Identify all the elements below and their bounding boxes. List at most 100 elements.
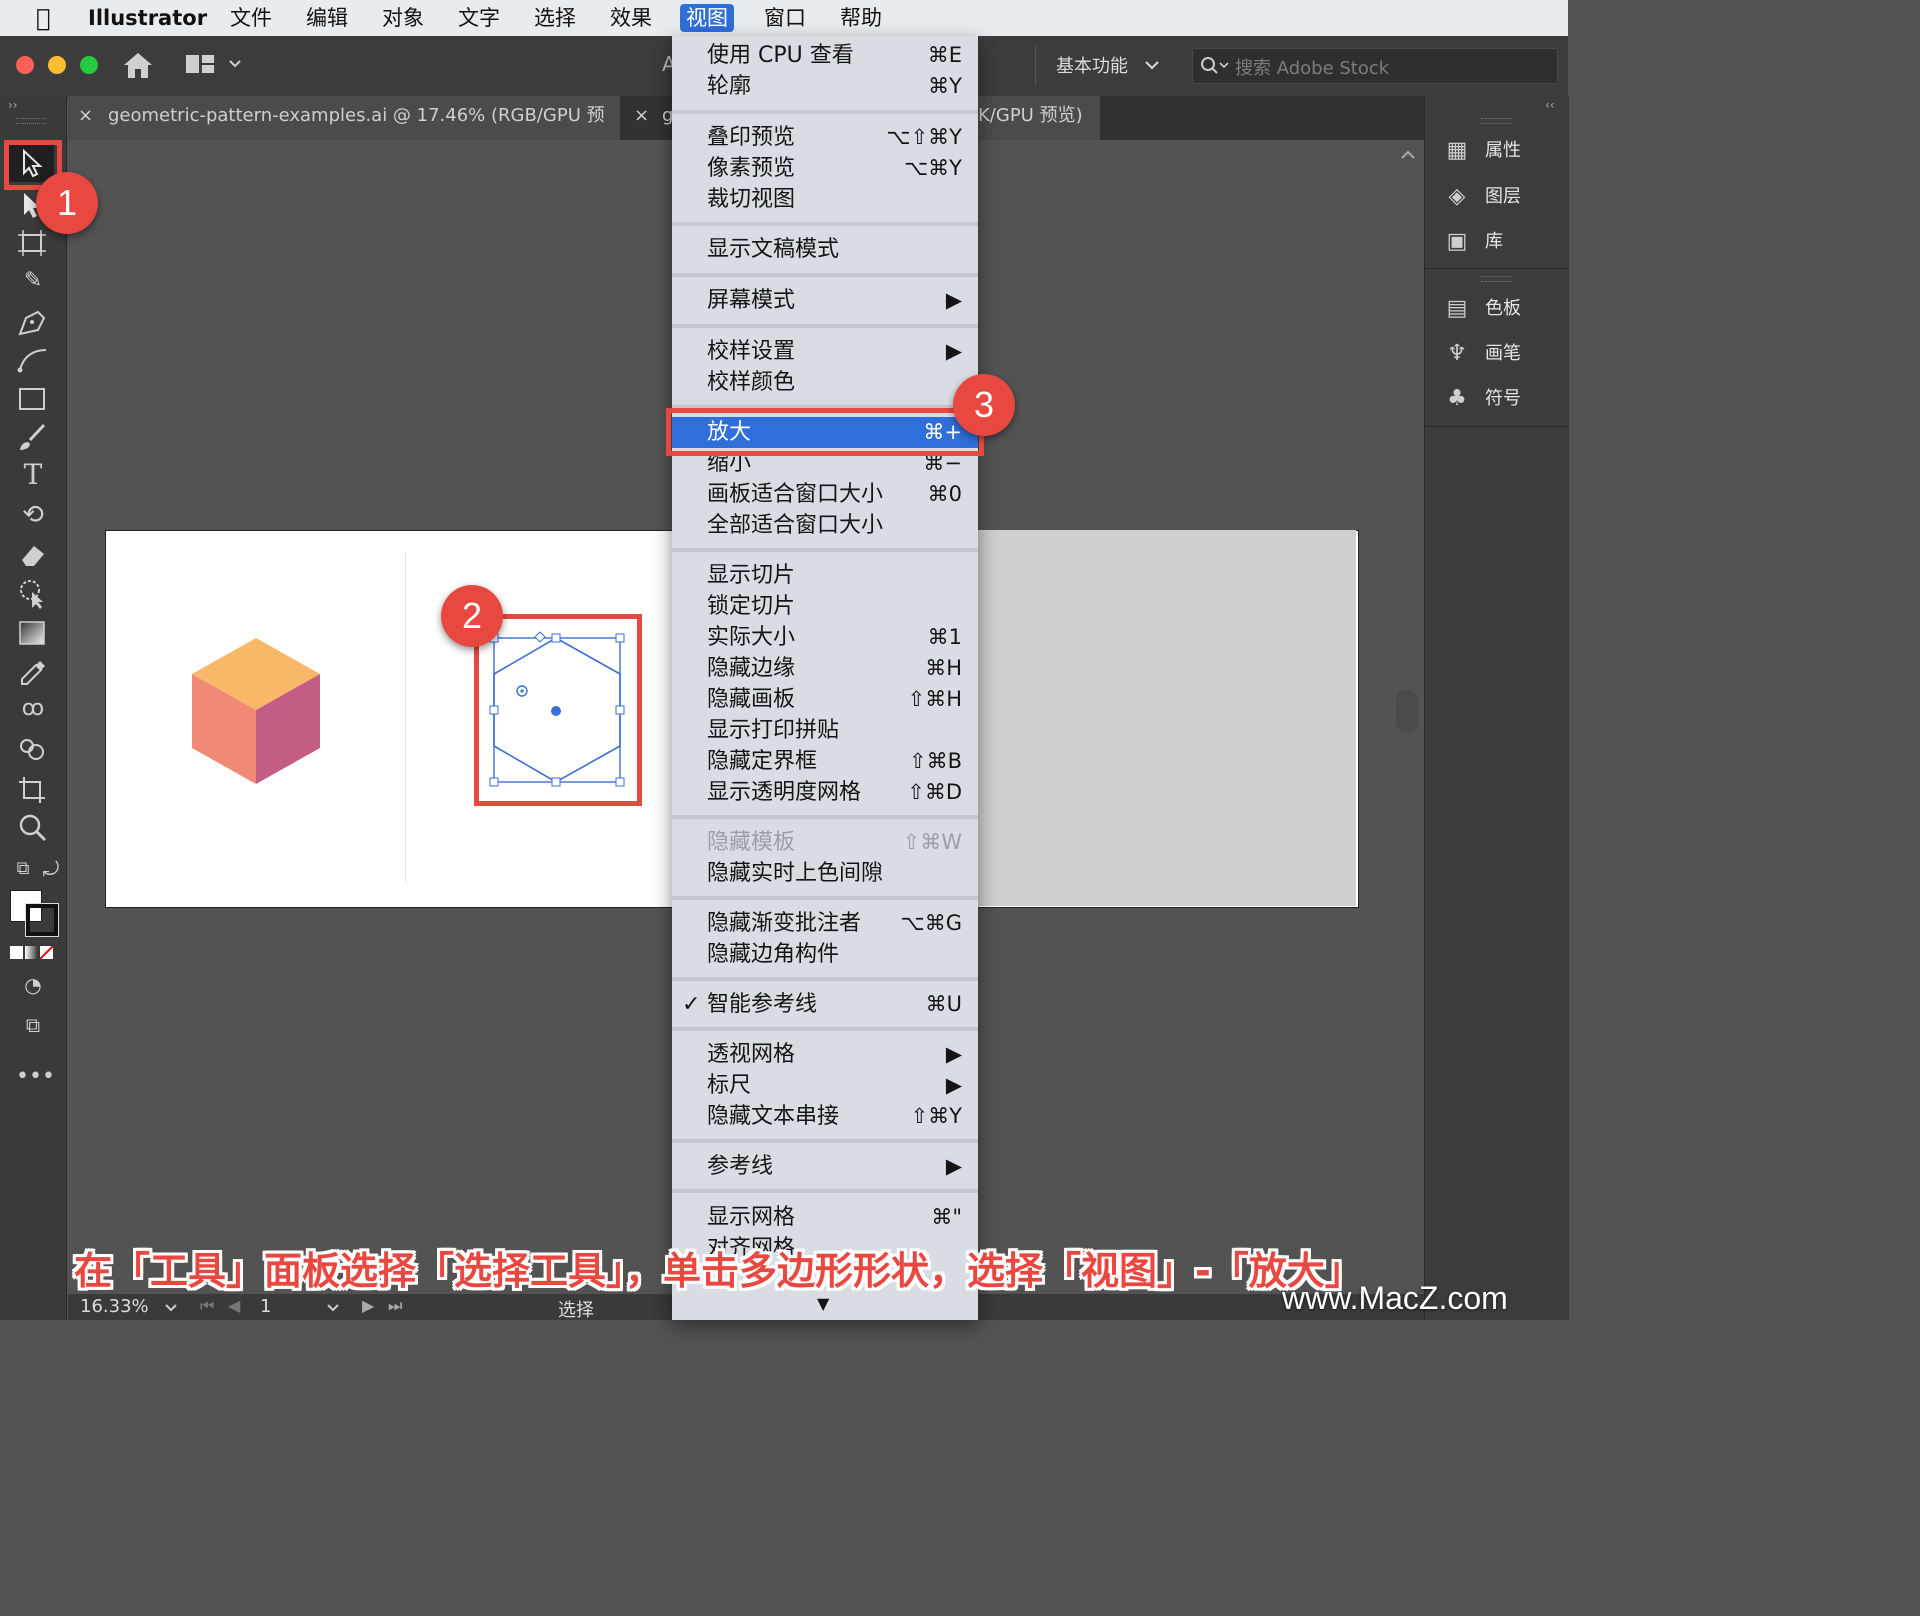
puppet-warp-tool-icon[interactable]: ✎ — [16, 266, 50, 296]
menu-item-show-grid[interactable]: 显示网格 ⌘" — [672, 1202, 978, 1233]
document-tab[interactable]: × g — [624, 96, 673, 140]
document-tab[interactable]: × geometric-pattern-examples.ai @ 17.46%… — [68, 96, 620, 166]
last-artboard-icon[interactable]: ⏭ — [388, 1296, 402, 1316]
zoom-level-field[interactable]: 16.33% — [80, 1296, 149, 1317]
type-tool-icon[interactable]: T — [16, 460, 50, 490]
first-artboard-icon[interactable]: ⏮ — [200, 1296, 214, 1316]
chevron-down-icon[interactable] — [1144, 60, 1160, 70]
menu-item-overprint-preview[interactable]: 叠印预览 ⌥⇧⌘Y — [672, 122, 978, 153]
menu-item-perspective-grid[interactable]: 透视网格 ▶ — [672, 1039, 978, 1070]
color-mode-buttons[interactable] — [10, 946, 56, 960]
tab-close-icon[interactable]: × — [78, 96, 93, 136]
next-artboard-icon[interactable]: ▶ — [362, 1296, 374, 1315]
curvature-tool-icon[interactable] — [16, 344, 50, 376]
menu-item-pixel-preview[interactable]: 像素预览 ⌥⌘Y — [672, 153, 978, 184]
home-icon[interactable] — [122, 50, 154, 80]
menu-item-fit-artboard[interactable]: 画板适合窗口大小 ⌘0 — [672, 479, 978, 510]
panel-layers[interactable]: ◈ 图层 — [1443, 182, 1521, 212]
menu-type[interactable]: 文字 — [452, 4, 506, 32]
eyedropper-tool-icon[interactable] — [16, 656, 50, 688]
menu-item-fit-all[interactable]: 全部适合窗口大小 — [672, 510, 978, 541]
close-window-button[interactable] — [16, 56, 34, 74]
menu-item-trim-view[interactable]: 裁切视图 — [672, 184, 978, 215]
menu-window[interactable]: 窗口 — [758, 4, 812, 32]
draw-mode-icon[interactable]: ◔ — [16, 970, 50, 1000]
menu-item-show-slices[interactable]: 显示切片 — [672, 560, 978, 591]
menu-scroll-down-icon[interactable]: ▼ — [817, 1294, 829, 1313]
menu-item-proof-colors[interactable]: 校样颜色 — [672, 367, 978, 398]
document-tab[interactable]: K/GPU 预览) — [978, 96, 1100, 140]
panel-swatches[interactable]: ▤ 色板 — [1443, 294, 1521, 324]
menu-item-guides[interactable]: 参考线 ▶ — [672, 1151, 978, 1182]
gradient-tool-icon[interactable] — [16, 618, 50, 648]
panel-grip[interactable] — [16, 118, 46, 124]
menu-item-view-using-cpu[interactable]: 使用 CPU 查看 ⌘E — [672, 40, 978, 71]
panel-brushes[interactable]: ♆ 画笔 — [1443, 339, 1521, 369]
panel-symbols[interactable]: ♣ 符号 — [1443, 384, 1521, 414]
menu-item-hide-gradient-annotator[interactable]: 隐藏渐变批注者 ⌥⌘G — [672, 908, 978, 939]
view-menu-dropdown: 使用 CPU 查看 ⌘E 轮廓 ⌘Y 叠印预览 ⌥⇧⌘Y 像素预览 ⌥⌘Y 裁切视图 显… — [672, 36, 978, 1320]
pen-tool-icon[interactable] — [16, 306, 50, 338]
panel-libraries[interactable]: ▣ 库 — [1443, 227, 1503, 257]
menu-item-screen-mode[interactable]: 屏幕模式 ▶ — [672, 285, 978, 316]
menu-item-hide-text-threads[interactable]: 隐藏文本串接 ⇧⌘Y — [672, 1101, 978, 1132]
stroke-color-swatch[interactable] — [25, 903, 59, 937]
more-tools-icon[interactable]: ••• — [16, 1062, 55, 1092]
menu-item-hide-edges[interactable]: 隐藏边缘 ⌘H — [672, 653, 978, 684]
menu-item-hide-corner-widget[interactable]: 隐藏边角构件 — [672, 939, 978, 970]
swap-colors-icon[interactable]: ⤾ — [34, 854, 68, 884]
menu-item-proof-setup[interactable]: 校样设置 ▶ — [672, 336, 978, 367]
menu-item-hide-bounding-box[interactable]: 隐藏定界框 ⇧⌘B — [672, 746, 978, 777]
menu-select[interactable]: 选择 — [528, 4, 582, 32]
panel-properties[interactable]: ▦ 属性 — [1443, 136, 1521, 166]
screen-mode-icon[interactable]: ⧉ — [16, 1010, 50, 1040]
arrange-documents-icon[interactable] — [186, 54, 246, 76]
cube-shape[interactable] — [190, 636, 322, 786]
zoom-window-button[interactable] — [80, 56, 98, 74]
shape-builder-tool-icon[interactable] — [16, 734, 50, 766]
rotate-tool-icon[interactable]: ⟲ — [16, 500, 50, 530]
free-transform-tool-icon[interactable] — [16, 578, 50, 610]
zoom-tool-icon[interactable] — [16, 812, 50, 844]
apple-icon[interactable]:  — [30, 4, 56, 32]
menu-object[interactable]: 对象 — [376, 4, 430, 32]
menu-file[interactable]: 文件 — [224, 4, 278, 32]
menu-item-hide-live-paint-gaps[interactable]: 隐藏实时上色间隙 — [672, 858, 978, 889]
chevron-down-icon[interactable] — [326, 1303, 340, 1313]
tab-close-icon[interactable]: × — [634, 96, 649, 136]
menu-item-hide-template[interactable]: 隐藏模板 ⇧⌘W — [672, 827, 978, 858]
panel-grip[interactable] — [1481, 118, 1511, 124]
stock-search-field[interactable]: 搜索 Adobe Stock — [1192, 48, 1558, 84]
artboard-number-field[interactable]: 1 — [260, 1296, 271, 1317]
paintbrush-tool-icon[interactable] — [16, 422, 50, 454]
blend-tool-icon[interactable]: ꝏ — [16, 694, 50, 724]
panel-grip[interactable] — [1481, 276, 1511, 282]
scroll-up-arrow-icon[interactable] — [1398, 146, 1418, 162]
rectangle-tool-icon[interactable] — [16, 384, 50, 414]
app-menu[interactable]: Illustrator — [82, 4, 213, 32]
minimize-window-button[interactable] — [48, 56, 66, 74]
collapse-dock-icon[interactable]: ‹‹ — [1545, 98, 1555, 112]
chevron-down-icon[interactable] — [164, 1303, 178, 1313]
collapse-panel-icon[interactable]: ›› — [8, 98, 18, 112]
artboard-tool-icon[interactable] — [16, 228, 48, 258]
menu-view[interactable]: 视图 — [680, 4, 734, 32]
menu-item-show-print-tiling[interactable]: 显示打印拼贴 — [672, 715, 978, 746]
menu-item-presentation-mode[interactable]: 显示文稿模式 — [672, 234, 978, 265]
vertical-scrollbar-thumb[interactable] — [1396, 690, 1418, 732]
previous-artboard-icon[interactable]: ◀ — [228, 1296, 240, 1315]
menu-item-smart-guides[interactable]: ✓ 智能参考线 ⌘U — [672, 989, 978, 1020]
menu-effect[interactable]: 效果 — [604, 4, 658, 32]
menu-item-outline[interactable]: 轮廓 ⌘Y — [672, 71, 978, 102]
annotation-box-polygon — [474, 614, 642, 806]
menu-item-actual-size[interactable]: 实际大小 ⌘1 — [672, 622, 978, 653]
crop-tool-icon[interactable] — [16, 774, 50, 806]
menu-item-hide-artboards[interactable]: 隐藏画板 ⇧⌘H — [672, 684, 978, 715]
menu-item-show-transparency-grid[interactable]: 显示透明度网格 ⇧⌘D — [672, 777, 978, 808]
menu-item-lock-slices[interactable]: 锁定切片 — [672, 591, 978, 622]
eraser-tool-icon[interactable] — [16, 538, 50, 570]
menu-edit[interactable]: 编辑 — [300, 4, 354, 32]
workspace-switcher[interactable]: 基本功能 — [1056, 52, 1128, 78]
menu-item-rulers[interactable]: 标尺 ▶ — [672, 1070, 978, 1101]
menu-help[interactable]: 帮助 — [834, 4, 888, 32]
